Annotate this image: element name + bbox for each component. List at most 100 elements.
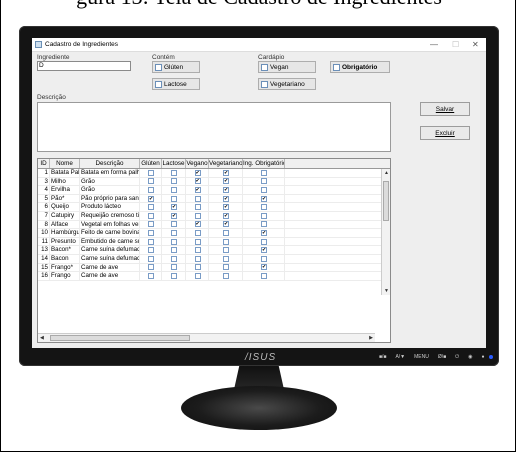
column-header[interactable]: ID xyxy=(38,159,50,168)
table-checkbox[interactable]: ✔ xyxy=(223,178,229,185)
table-checkbox[interactable] xyxy=(148,169,154,176)
excluir-button[interactable]: Excluir xyxy=(420,126,470,140)
table-checkbox[interactable] xyxy=(171,264,177,271)
table-checkbox[interactable] xyxy=(194,247,201,254)
table-checkbox[interactable] xyxy=(261,255,267,262)
table-row[interactable]: 16 Frango Carne de ave xyxy=(38,272,390,281)
table-checkbox[interactable] xyxy=(261,221,267,228)
table-row[interactable]: 6 Queijo Produto lácteo ✔ ✔ xyxy=(38,203,390,212)
table-checkbox[interactable]: ✔ xyxy=(171,212,177,219)
table-checkbox[interactable] xyxy=(148,264,154,271)
gluten-checkbox[interactable]: Glúten xyxy=(152,61,200,73)
vegetariano-checkbox[interactable]: Vegetariano xyxy=(258,78,316,90)
horizontal-scrollbar[interactable]: ◀ ▶ xyxy=(38,333,375,342)
column-header[interactable]: Ing. Obrigatório xyxy=(243,159,285,168)
table-checkbox[interactable]: ✔ xyxy=(171,204,177,211)
table-checkbox[interactable] xyxy=(148,212,154,219)
scroll-thumb[interactable] xyxy=(383,181,389,221)
table-checkbox[interactable] xyxy=(194,255,201,262)
table-checkbox[interactable]: ✔ xyxy=(223,212,229,219)
column-header[interactable]: Vegetariano xyxy=(209,159,243,168)
lactose-checkbox[interactable]: Lactose xyxy=(152,78,200,90)
table-row[interactable]: 10Hambúrguer*Feito de carne bovina ✔ xyxy=(38,229,390,238)
table-checkbox[interactable]: ✔ xyxy=(261,264,267,271)
column-header[interactable]: Lactose xyxy=(162,159,186,168)
table-checkbox[interactable] xyxy=(194,238,201,245)
table-checkbox[interactable] xyxy=(171,178,177,185)
table-checkbox[interactable] xyxy=(194,272,201,279)
table-checkbox[interactable] xyxy=(148,229,154,236)
table-checkbox[interactable] xyxy=(223,247,229,254)
table-checkbox[interactable] xyxy=(194,264,201,271)
table-checkbox[interactable] xyxy=(261,238,267,245)
table-checkbox[interactable] xyxy=(171,272,177,279)
descricao-textarea[interactable] xyxy=(37,102,391,152)
table-checkbox[interactable] xyxy=(223,255,229,262)
table-checkbox[interactable] xyxy=(171,169,177,176)
table-checkbox[interactable]: ✔ xyxy=(223,221,229,228)
hscroll-thumb[interactable] xyxy=(50,335,190,341)
table-checkbox[interactable]: ✔ xyxy=(194,169,201,176)
table-checkbox[interactable] xyxy=(223,264,229,271)
table-row[interactable]: 5Pão*Pão próprio para sand... ✔ ✔ ✔ xyxy=(38,194,390,204)
table-checkbox[interactable]: ✔ xyxy=(223,186,229,193)
table-checkbox[interactable] xyxy=(261,186,267,193)
table-checkbox[interactable] xyxy=(261,204,267,211)
table-row[interactable]: 14 Bacon Carne suína defumada xyxy=(38,254,390,264)
table-checkbox[interactable] xyxy=(261,272,267,279)
table-checkbox[interactable] xyxy=(261,178,267,185)
table-row[interactable]: 8AlfaceVegetal em folhas verd... ✔ ✔ xyxy=(38,220,390,230)
column-header[interactable]: Nome xyxy=(50,159,80,168)
table-checkbox[interactable] xyxy=(261,169,267,176)
table-checkbox[interactable] xyxy=(194,195,201,202)
ingrediente-input[interactable]: D xyxy=(37,61,131,71)
table-row[interactable]: 1Batata PalhaBatata em forma palha,... ✔ ✔ xyxy=(38,169,390,178)
column-header[interactable]: Vegano xyxy=(186,159,209,168)
table-checkbox[interactable] xyxy=(261,212,267,219)
table-checkbox[interactable] xyxy=(223,229,229,236)
table-checkbox[interactable] xyxy=(171,255,177,262)
scroll-right-icon[interactable]: ▶ xyxy=(369,335,373,341)
scroll-up-icon[interactable]: ▲ xyxy=(384,170,389,176)
table-checkbox[interactable]: ✔ xyxy=(148,195,154,202)
table-checkbox[interactable] xyxy=(148,272,154,279)
table-row[interactable]: 7CatupiryRequeijão cremoso tip... ✔ ✔ xyxy=(38,211,390,221)
table-checkbox[interactable] xyxy=(223,272,229,279)
maximize-button[interactable]: ☐ xyxy=(452,40,459,49)
table-checkbox[interactable] xyxy=(171,247,177,254)
table-row[interactable]: 15 Frango* Carne de ave ✔ xyxy=(38,263,390,273)
table-row[interactable]: 11PresuntoEmbutido de carne suí... xyxy=(38,237,390,247)
scroll-left-icon[interactable]: ◀ xyxy=(40,335,44,341)
table-checkbox[interactable] xyxy=(148,178,154,185)
table-checkbox[interactable] xyxy=(223,238,229,245)
vegan-checkbox[interactable]: Vegan xyxy=(258,61,316,73)
table-row[interactable]: 13 Bacon* Carne suína defumada ✔ xyxy=(38,246,390,255)
table-row[interactable]: 4 Ervilha Grão ✔ ✔ xyxy=(38,186,390,195)
table-checkbox[interactable]: ✔ xyxy=(261,247,267,254)
table-checkbox[interactable]: ✔ xyxy=(223,195,229,202)
salvar-button[interactable]: Salvar xyxy=(420,102,470,116)
table-checkbox[interactable] xyxy=(171,195,177,202)
table-checkbox[interactable]: ✔ xyxy=(223,204,229,211)
table-checkbox[interactable] xyxy=(148,238,154,245)
table-checkbox[interactable]: ✔ xyxy=(194,221,201,228)
column-header[interactable]: Glúten xyxy=(140,159,162,168)
table-checkbox[interactable] xyxy=(148,204,154,211)
table-checkbox[interactable] xyxy=(148,186,154,193)
table-checkbox[interactable] xyxy=(171,229,177,236)
vertical-scrollbar[interactable]: ▲ ▼ xyxy=(381,169,390,295)
table-checkbox[interactable]: ✔ xyxy=(194,186,201,193)
table-checkbox[interactable] xyxy=(148,247,154,254)
table-checkbox[interactable] xyxy=(171,186,177,193)
scroll-down-icon[interactable]: ▼ xyxy=(384,288,389,294)
table-checkbox[interactable] xyxy=(194,212,201,219)
column-header[interactable]: Descrição xyxy=(80,159,140,168)
table-row[interactable]: 3 Milho Grão ✔ ✔ xyxy=(38,177,390,187)
table-checkbox[interactable] xyxy=(171,221,177,228)
table-checkbox[interactable]: ✔ xyxy=(261,229,267,236)
table-checkbox[interactable]: ✔ xyxy=(261,195,267,202)
table-checkbox[interactable] xyxy=(194,204,201,211)
minimize-button[interactable]: — xyxy=(430,40,438,49)
table-checkbox[interactable] xyxy=(194,229,201,236)
close-button[interactable]: ✕ xyxy=(472,40,479,49)
